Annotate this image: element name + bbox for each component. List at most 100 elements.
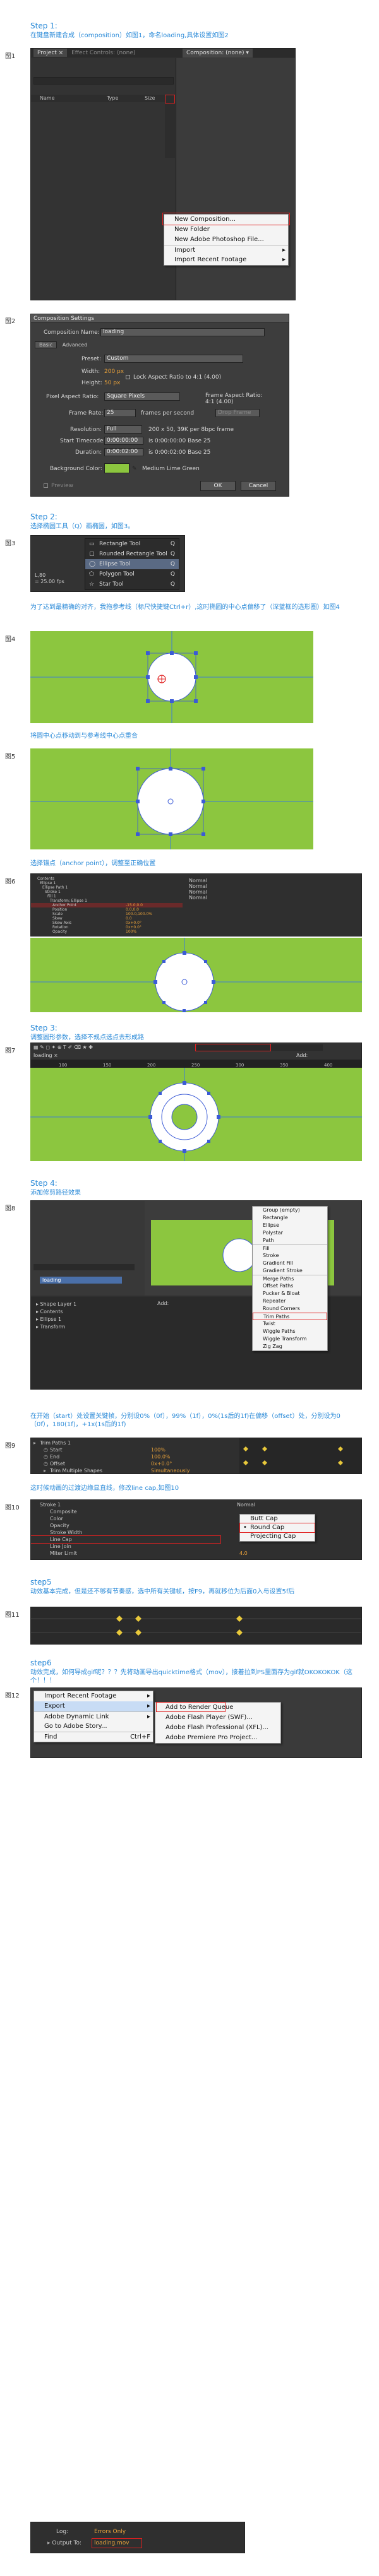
stopwatch-icon[interactable]: ▸ [33, 1439, 36, 1446]
stroke-property-row[interactable]: Stroke 1 [31, 1501, 220, 1508]
menu-import-recent[interactable]: Import Recent Footage ▸ [34, 1691, 153, 1701]
tab-basic[interactable]: Basic [35, 341, 57, 348]
log-select[interactable]: Errors Only [94, 2529, 126, 2535]
trim-property-row[interactable]: ▸ Trim Paths 1 [31, 1439, 233, 1446]
property-row[interactable]: Stroke 1 [31, 890, 183, 894]
menu-find[interactable]: Find Ctrl+F [34, 1732, 153, 1742]
stroke-property-row[interactable]: Line Join [31, 1543, 220, 1550]
add-menu-item[interactable]: Zig Zag [253, 1343, 327, 1350]
property-row[interactable]: Rotation 0x+0.0° [31, 925, 183, 930]
layer-row[interactable]: ▸ Transform [33, 1323, 65, 1330]
menu-dynamic-link[interactable]: Adobe Dynamic Link ▸ [34, 1711, 153, 1722]
trim-property-row[interactable]: ▸ Trim Multiple Shapes Simultaneously [31, 1467, 233, 1474]
project-scrollbar[interactable] [165, 95, 175, 158]
shape-tool-item[interactable]: ▢ Rounded Rectangle Tool Q [85, 549, 179, 559]
resolution-select[interactable]: Full [104, 425, 142, 434]
keyframe-icon[interactable] [243, 1446, 343, 1465]
fps-input[interactable]: 25 [104, 409, 136, 417]
stroke-mode-select[interactable]: Normal [237, 1502, 255, 1508]
loading-tab[interactable]: loading × [33, 1053, 58, 1058]
cancel-button[interactable]: Cancel [241, 481, 276, 491]
add-menu-item[interactable]: Polystar [253, 1229, 327, 1237]
property-row[interactable]: Scale 100.0,100.0% [31, 912, 183, 916]
line-cap-option[interactable]: Butt Cap [240, 1515, 315, 1523]
comp-name-input[interactable]: loading [100, 328, 265, 336]
start-timecode-input[interactable]: 0:00:00:00 [104, 437, 143, 445]
add-menu-item[interactable]: Gradient Fill [253, 1260, 327, 1267]
stroke-property-row[interactable]: Color [31, 1515, 220, 1522]
layer-row[interactable]: ▸ Shape Layer 1 [33, 1301, 76, 1308]
menu-new-psd-file[interactable]: New Adobe Photoshop File... [164, 235, 288, 245]
eyedropper-icon[interactable]: ✎ [132, 466, 137, 472]
shape-tool-item[interactable]: ☆ Star Tool Q [85, 579, 179, 589]
project-tab[interactable]: Project × [33, 49, 68, 57]
add-button[interactable]: Add: [157, 1301, 169, 1306]
add-menu-item[interactable]: Group (empty) [253, 1207, 327, 1214]
ok-button[interactable]: OK [200, 481, 236, 491]
property-row[interactable]: Transform: Ellipse 1 [31, 899, 183, 903]
stroke-property-row[interactable]: Miter Limit [31, 1550, 220, 1557]
ellipse-shape[interactable] [147, 653, 196, 702]
trim-property-row[interactable]: ◷ Start 100% [31, 1446, 233, 1453]
layer-row[interactable]: ▸ Contents [33, 1308, 63, 1315]
stroke-property-row[interactable]: Line Cap [31, 1535, 221, 1544]
stroke-property-row[interactable]: Composite [31, 1508, 220, 1515]
layer-row[interactable]: ▸ Ellipse 1 [33, 1316, 61, 1323]
add-menu-item[interactable]: Offset Paths [253, 1282, 327, 1290]
ellipse-shape[interactable] [137, 768, 204, 835]
bg-color-swatch[interactable] [104, 463, 129, 473]
add-menu-item[interactable]: Ellipse [253, 1222, 327, 1229]
add-menu-item[interactable]: Pucker & Bloat [253, 1290, 327, 1297]
tab-advanced[interactable]: Advanced [59, 342, 92, 348]
property-row[interactable]: Skew 0.0 [31, 916, 183, 921]
add-menu-item[interactable]: Wiggle Paths [253, 1328, 327, 1335]
height-value[interactable]: 50 px [104, 380, 120, 386]
duration-input[interactable]: 0:00:02:00 [104, 448, 143, 456]
property-row[interactable]: Anchor Point -15.0,0.0 [31, 903, 183, 907]
stroke-property-row[interactable]: Stroke Width [31, 1529, 220, 1536]
par-select[interactable]: Square Pixels [104, 393, 180, 401]
add-menu-item[interactable]: Trim Paths [253, 1313, 327, 1320]
add-menu-item[interactable]: Round Corners [253, 1305, 327, 1313]
stopwatch-icon[interactable]: ◷ [44, 1446, 48, 1453]
menu-export-swf[interactable]: Adobe Flash Player (SWF)... [155, 1713, 280, 1723]
composition-tab[interactable]: Composition: (none) ▾ [183, 49, 253, 57]
stopwatch-icon[interactable]: ▸ [44, 1467, 46, 1474]
loading-comp-item[interactable]: loading [40, 1277, 122, 1284]
menu-import[interactable]: Import ▸ [164, 245, 288, 255]
add-menu-item[interactable]: Twist [253, 1320, 327, 1328]
menu-import-recent[interactable]: Import Recent Footage ▸ [164, 255, 288, 265]
menu-adobe-story[interactable]: Go to Adobe Story... [34, 1722, 153, 1732]
property-row[interactable]: Fill 1 [31, 894, 183, 899]
shape-tool-item[interactable]: ◯ Ellipse Tool Q [85, 559, 179, 569]
stopwatch-icon[interactable]: ◷ [44, 1453, 48, 1460]
lock-aspect-checkbox[interactable] [126, 375, 130, 379]
property-row[interactable]: Skew Axis 0x+0.0° [31, 921, 183, 925]
column-size[interactable]: Size [145, 95, 155, 102]
preview-checkbox[interactable] [44, 483, 48, 488]
add-button[interactable]: Add: [296, 1053, 308, 1058]
menu-new-folder[interactable]: New Folder [164, 225, 288, 235]
property-row[interactable]: Contents [31, 877, 183, 881]
project-search-input[interactable] [33, 77, 174, 85]
column-name[interactable]: Name [40, 95, 55, 102]
trim-property-row[interactable]: ◷ Offset 0x+0.0° [31, 1460, 233, 1467]
preset-select[interactable]: Custom [104, 355, 243, 363]
mode-select[interactable]: Normal [189, 883, 207, 889]
effect-controls-tab[interactable]: Effect Controls: (none) [71, 50, 135, 56]
add-menu-item[interactable]: Repeater [253, 1297, 327, 1305]
add-menu-item[interactable]: Fill [253, 1244, 327, 1252]
property-row[interactable]: Ellipse 1 [31, 881, 183, 885]
add-menu-item[interactable]: Stroke [253, 1252, 327, 1260]
menu-export[interactable]: Export ▸ [34, 1701, 153, 1711]
drop-frame-select[interactable]: Drop Frame [215, 409, 260, 417]
menu-export-premiere[interactable]: Adobe Premiere Pro Project... [155, 1733, 280, 1743]
stroke-property-row[interactable]: Opacity [31, 1522, 220, 1529]
shape-tool-item[interactable]: ⬠ Polygon Tool Q [85, 569, 179, 579]
property-row[interactable]: Position 0.0,0.0 [31, 907, 183, 912]
mode-select[interactable]: Normal [189, 889, 207, 895]
menu-export-xfl[interactable]: Adobe Flash Professional (XFL)... [155, 1723, 280, 1733]
trim-property-row[interactable]: ◷ End 100.0% [31, 1453, 233, 1460]
property-row[interactable]: Ellipse Path 1 [31, 885, 183, 890]
column-type[interactable]: Type [107, 95, 118, 102]
